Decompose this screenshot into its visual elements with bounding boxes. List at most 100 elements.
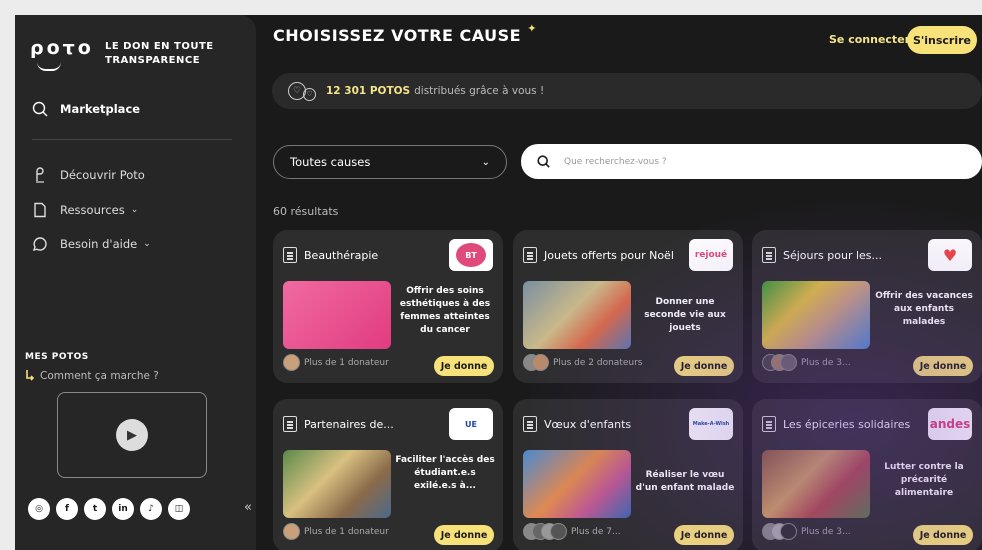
sidebar-item-resources[interactable]: Ressources ⌄: [32, 202, 138, 218]
page-title-text: CHOISISSEZ VOTRE CAUSE: [273, 26, 522, 45]
poto-p-icon: [36, 167, 44, 183]
logo-smile-icon: [37, 62, 61, 71]
video-player[interactable]: ▶: [57, 392, 207, 478]
cause-card[interactable]: Les épiceries solidaires andes Lutter co…: [752, 399, 982, 550]
potos-count: 12 301 POTOS: [326, 85, 411, 97]
give-button[interactable]: Je donne: [913, 356, 973, 376]
org-logo-text: rejoué: [694, 250, 728, 260]
search-icon: [32, 101, 48, 117]
poto-logo[interactable]: ρoτo: [30, 37, 94, 59]
card-title: Partenaires de...: [304, 417, 394, 431]
org-logo: BT: [449, 239, 493, 271]
card-description: Faciliter l'accès des étudiant.e.s exilé…: [395, 455, 495, 491]
cause-image: [762, 450, 870, 518]
document-icon: [283, 416, 297, 432]
give-button[interactable]: Je donne: [434, 356, 494, 376]
card-description: Offrir des soins esthétiques à des femme…: [399, 286, 491, 335]
sidebar-item-label: Besoin d'aide: [60, 237, 138, 251]
cause-card[interactable]: Partenaires de... UE Faciliter l'accès d…: [273, 399, 503, 550]
give-button[interactable]: Je donne: [913, 525, 973, 545]
card-description: Réaliser le vœu d'un enfant malade: [635, 470, 735, 493]
cause-card[interactable]: Vœux d'enfants Make-A-Wish Réaliser le v…: [513, 399, 743, 550]
give-button[interactable]: Je donne: [674, 356, 734, 376]
sidebar-divider: [32, 139, 232, 140]
card-title: Jouets offerts pour Noël: [544, 248, 674, 262]
donor-count: Plus de 3...: [801, 526, 851, 537]
sidebar-item-label: Ressources: [60, 203, 125, 217]
org-logo: ♥: [928, 239, 972, 271]
org-logo-text: andes: [929, 417, 971, 431]
chevron-down-icon: ⌄: [143, 239, 151, 249]
cause-select[interactable]: Toutes causes ⌄: [273, 145, 507, 179]
org-logo-text: ♥: [942, 245, 958, 265]
cause-image: [523, 450, 631, 518]
org-logo: rejoué: [689, 239, 733, 271]
give-button[interactable]: Je donne: [674, 525, 734, 545]
signup-button[interactable]: S'inscrire: [907, 26, 977, 54]
document-icon: [762, 416, 776, 432]
document-icon: [34, 202, 46, 218]
tagline-line-1: LE DON EN TOUTE: [105, 41, 214, 52]
cause-card[interactable]: Séjours pour les... ♥ Offrir des vacance…: [752, 230, 982, 383]
login-link[interactable]: Se connecter: [829, 33, 910, 46]
org-logo: UE: [449, 408, 493, 440]
cause-card[interactable]: Beauthérapie BT Offrir des soins esthéti…: [273, 230, 503, 383]
how-it-works-link[interactable]: Comment ça marche ?: [25, 369, 159, 382]
card-title: Beauthérapie: [304, 248, 379, 262]
cause-image: [283, 281, 391, 349]
donor-count: Plus de 2 donateurs: [553, 357, 643, 368]
collapse-sidebar-icon[interactable]: «: [244, 500, 252, 515]
sidebar-item-label: Découvrir Poto: [60, 168, 145, 182]
sidebar: ρoτo LE DON EN TOUTE TRANSPARENCE Market…: [15, 15, 256, 550]
cause-card[interactable]: Jouets offerts pour Noël rejoué Donner u…: [513, 230, 743, 383]
sidebar-item-marketplace[interactable]: Marketplace: [32, 101, 140, 117]
search-icon: [537, 155, 550, 168]
give-button[interactable]: Je donne: [434, 525, 494, 545]
card-description: Donner une seconde vie aux jouets: [644, 297, 726, 333]
avatar: [780, 523, 797, 540]
twitter-icon[interactable]: t: [84, 498, 106, 520]
avatar: [283, 354, 300, 371]
cause-image: [762, 281, 870, 349]
org-logo-text: Make-A-Wish: [692, 421, 730, 427]
chevron-down-icon: ⌄: [481, 156, 490, 168]
card-title: Vœux d'enfants: [544, 417, 632, 431]
instagram-icon[interactable]: ◎: [28, 498, 50, 520]
how-it-works-label: Comment ça marche ?: [40, 369, 159, 382]
org-logo-text: UE: [465, 419, 477, 429]
play-icon[interactable]: ▶: [116, 419, 148, 451]
card-title: Séjours pour les...: [783, 248, 883, 262]
page-title: CHOISISSEZ VOTRE CAUSE ✦: [273, 22, 537, 45]
search-input[interactable]: [564, 156, 944, 167]
cause-select-value: Toutes causes: [290, 155, 371, 169]
sidebar-item-help[interactable]: Besoin d'aide ⌄: [32, 236, 151, 252]
social-links: ◎ f t in ♪ ◫: [28, 498, 190, 520]
org-logo: andes: [928, 408, 972, 440]
org-logo-text: BT: [456, 243, 486, 267]
potos-text: distribués grâce à vous !: [414, 85, 545, 97]
donor-count: Plus de 1 donateur: [304, 357, 389, 368]
card-description: Offrir des vacances aux enfants malades: [875, 291, 973, 327]
card-description: Lutter contre la précarité alimentaire: [884, 462, 964, 498]
org-logo: Make-A-Wish: [689, 408, 733, 440]
tiktok-icon[interactable]: ♪: [140, 498, 162, 520]
facebook-icon[interactable]: f: [56, 498, 78, 520]
document-icon: [523, 416, 537, 432]
mes-potos-heading: MES POTOS: [25, 352, 89, 362]
tagline-line-2: TRANSPARENCE: [105, 55, 201, 66]
avatar: [550, 523, 567, 540]
document-icon: [283, 247, 297, 263]
card-title: Les épiceries solidaires: [783, 417, 911, 431]
chevron-down-icon: ⌄: [130, 205, 139, 215]
sidebar-item-discover[interactable]: Découvrir Poto: [32, 167, 145, 183]
donor-count: Plus de 3...: [801, 357, 851, 368]
chat-bubble-icon: [32, 237, 47, 252]
avatar: [780, 354, 797, 371]
sparkle-icon: ✦: [527, 22, 537, 35]
potos-banner: ♡ ♡ 12 301 POTOS distribués grâce à vous …: [272, 73, 982, 109]
tagline: LE DON EN TOUTE TRANSPARENCE: [105, 40, 214, 68]
results-count: 60 résultats: [273, 205, 339, 218]
document-icon: [762, 247, 776, 263]
twitch-icon[interactable]: ◫: [168, 498, 190, 520]
linkedin-icon[interactable]: in: [112, 498, 134, 520]
